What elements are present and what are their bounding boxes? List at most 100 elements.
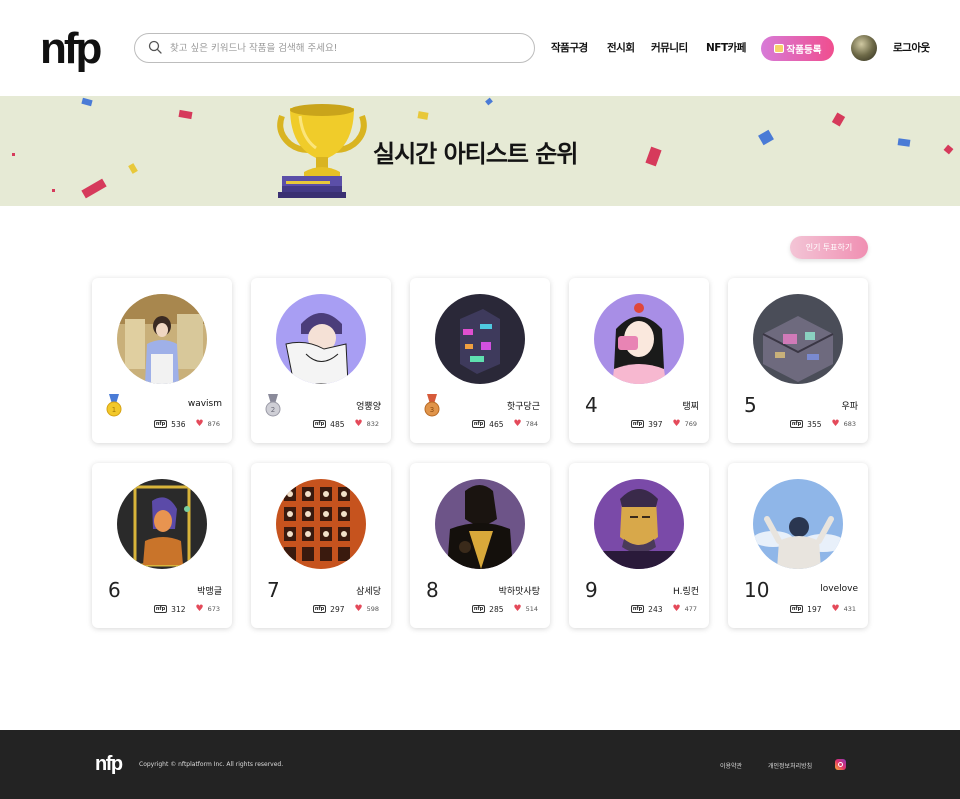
artist-name: 탱찌 — [682, 402, 699, 412]
heart-icon: ♥ — [513, 604, 522, 614]
works-count: 397 — [648, 419, 663, 429]
works-count: 297 — [330, 604, 345, 614]
rank-number: 4 — [585, 393, 598, 417]
picture-icon — [773, 44, 784, 53]
heart-icon: ♥ — [831, 419, 840, 429]
artist-card[interactable]: 10 lovelove nfp 197 ♥ 431 — [728, 463, 868, 628]
works-count: 285 — [489, 604, 504, 614]
nfp-icon: nfp — [153, 420, 168, 428]
works-count: 536 — [171, 419, 186, 429]
svg-text:1: 1 — [112, 406, 116, 414]
artist-card[interactable]: 9 H.링컨 nfp 243 ♥ 477 — [569, 463, 709, 628]
likes-count: 673 — [207, 605, 220, 613]
heart-icon: ♥ — [354, 419, 363, 429]
confetti-piece — [128, 163, 138, 174]
works-count: 197 — [807, 604, 822, 614]
rank-number: 9 — [585, 578, 598, 602]
svg-text:3: 3 — [430, 406, 434, 414]
heart-icon: ♥ — [513, 419, 522, 429]
search-input[interactable] — [170, 39, 520, 57]
nav-nft-cafe[interactable]: NFT카페 — [706, 40, 746, 55]
heart-icon: ♥ — [831, 604, 840, 614]
popularity-vote-button[interactable]: 인기 투표하기 — [790, 236, 868, 259]
terms-link[interactable]: 이용약관 — [720, 761, 742, 770]
confetti-piece — [897, 138, 911, 147]
artist-card[interactable]: 3 핫구당근 nfp 465 ♥ 784 — [410, 278, 550, 443]
works-count: 485 — [330, 419, 345, 429]
artist-card[interactable]: 2 엉뿡양 nfp 485 ♥ 832 — [251, 278, 391, 443]
artist-avatar — [594, 479, 684, 569]
heart-icon: ♥ — [195, 604, 204, 614]
works-count: 355 — [807, 419, 822, 429]
heart-icon: ♥ — [354, 604, 363, 614]
nfp-icon: nfp — [471, 605, 486, 613]
likes-count: 514 — [525, 605, 538, 613]
copyright-text: Copyright © nftplatform Inc. All rights … — [139, 761, 284, 768]
confetti-piece — [81, 97, 93, 107]
artist-avatar — [435, 294, 525, 384]
confetti-piece — [178, 109, 193, 120]
artist-stats: nfp 197 ♥ 431 — [789, 604, 856, 614]
footer: nfp Copyright © nftplatform Inc. All rig… — [0, 730, 960, 799]
confetti-piece — [12, 153, 15, 156]
trophy-icon — [277, 104, 367, 198]
works-count: 243 — [648, 604, 663, 614]
artist-stats: nfp 397 ♥ 769 — [630, 419, 697, 429]
artist-avatar — [276, 294, 366, 384]
confetti-piece — [485, 97, 493, 106]
confetti-piece — [758, 129, 774, 146]
confetti-piece — [831, 112, 846, 127]
nfp-icon: nfp — [630, 420, 645, 428]
artist-card[interactable]: 5 우파 nfp 355 ♥ 683 — [728, 278, 868, 443]
artist-avatar — [753, 479, 843, 569]
likes-count: 598 — [366, 605, 379, 613]
register-artwork-button[interactable]: 작품등록 — [761, 36, 834, 61]
site-logo[interactable]: nfp — [40, 27, 102, 71]
rank-number: 7 — [267, 578, 280, 602]
likes-count: 876 — [207, 420, 220, 428]
confetti-piece — [52, 189, 55, 192]
svg-text:2: 2 — [271, 406, 275, 414]
likes-count: 683 — [843, 420, 856, 428]
artist-card[interactable]: 1 wavism nfp 536 ♥ 876 — [92, 278, 232, 443]
artist-avatar — [117, 479, 207, 569]
artist-name: H.링컨 — [672, 587, 699, 597]
instagram-icon[interactable] — [835, 759, 846, 770]
artist-avatar — [435, 479, 525, 569]
artist-name: 삼세당 — [356, 587, 381, 597]
user-avatar[interactable] — [851, 35, 877, 61]
nav-community[interactable]: 커뮤니티 — [651, 40, 688, 55]
artist-card[interactable]: 7 삼세당 nfp 297 ♥ 598 — [251, 463, 391, 628]
privacy-policy-link[interactable]: 개인정보처리방침 — [768, 761, 812, 770]
nav-browse-works[interactable]: 작품구경 — [551, 40, 588, 55]
gold-medal-icon: 1 — [106, 394, 122, 417]
nfp-icon: nfp — [630, 605, 645, 613]
artist-stats: nfp 312 ♥ 673 — [153, 604, 220, 614]
rank-number: 10 — [744, 578, 770, 602]
nfp-icon: nfp — [312, 605, 327, 613]
artist-stats: nfp 297 ♥ 598 — [312, 604, 379, 614]
artist-name: wavism — [187, 399, 222, 409]
heart-icon: ♥ — [672, 604, 681, 614]
ranking-banner: 실시간 아티스트 순위 — [0, 96, 960, 206]
nfp-icon: nfp — [471, 420, 486, 428]
artist-card[interactable]: 4 탱찌 nfp 397 ♥ 769 — [569, 278, 709, 443]
artist-stats: nfp 536 ♥ 876 — [153, 419, 220, 429]
artist-stats: nfp 355 ♥ 683 — [789, 419, 856, 429]
heart-icon: ♥ — [672, 419, 681, 429]
header: nfp 작품구경 전시회 커뮤니티 NFT카페 작품등록 로그아웃 — [0, 0, 960, 96]
likes-count: 477 — [684, 605, 697, 613]
register-artwork-label: 작품등록 — [786, 44, 822, 56]
artist-card[interactable]: 8 박하맛사탕 nfp 285 ♥ 514 — [410, 463, 550, 628]
nfp-icon: nfp — [789, 605, 804, 613]
artist-stats: nfp 285 ♥ 514 — [471, 604, 538, 614]
footer-logo[interactable]: nfp — [95, 753, 123, 776]
artist-card[interactable]: 6 박맹글 nfp 312 ♥ 673 — [92, 463, 232, 628]
artist-name: 박맹글 — [197, 587, 222, 597]
page-title: 실시간 아티스트 순위 — [373, 140, 578, 168]
nav-exhibition[interactable]: 전시회 — [607, 40, 635, 55]
artist-avatar — [276, 479, 366, 569]
search-bar[interactable] — [134, 33, 535, 63]
artist-name: 엉뿡양 — [356, 402, 381, 412]
logout-link[interactable]: 로그아웃 — [893, 40, 930, 55]
